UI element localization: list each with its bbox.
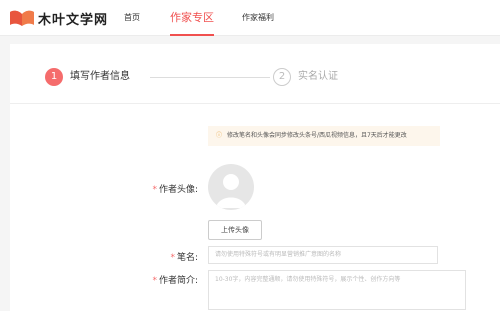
logo-text: 木叶文学网 [38, 12, 109, 28]
notice-banner: ⓘ 修改笔名和头像会同步修改头条号/西瓜视频信息，且7天后才能更改 [208, 126, 440, 146]
notice-text: 修改笔名和头像会同步修改头条号/西瓜视频信息，且7天后才能更改 [226, 132, 407, 139]
intro-textarea[interactable]: 10-30字，内容完整通顺，请勿使用特殊符号，展示个性、创作方向等 [208, 270, 466, 310]
active-tab-indicator [170, 34, 214, 36]
penname-label: * 笔名: [138, 250, 198, 263]
required-mark: * [152, 185, 157, 195]
upload-avatar-button[interactable]: 上传头像 [208, 220, 262, 240]
required-mark: * [152, 276, 157, 286]
default-avatar-icon [216, 174, 246, 208]
intro-label: * 作者简介: [138, 273, 198, 286]
steps-bar: 1 填写作者信息 2 实名认证 [10, 44, 500, 104]
intro-label-text: 作者简介: [158, 276, 198, 286]
step-1-number: 1 [45, 68, 63, 86]
step-1-label: 填写作者信息 [70, 71, 130, 82]
required-mark: * [170, 253, 175, 263]
avatar[interactable] [208, 164, 254, 210]
nav-author-benefits[interactable]: 作家福利 [242, 0, 274, 36]
penname-label-text: 笔名: [176, 253, 198, 263]
step-connector [150, 77, 270, 78]
step-2-label: 实名认证 [298, 71, 338, 82]
main-card: 1 填写作者信息 2 实名认证 ⓘ 修改笔名和头像会同步修改头条号/西瓜视频信息… [10, 44, 500, 311]
open-book-icon [10, 10, 34, 26]
top-nav: 木叶文学网 首页 作家专区 作家福利 [0, 0, 500, 36]
avatar-label: * 作者头像: [138, 182, 198, 195]
step-2-number: 2 [273, 68, 291, 86]
nav-author-zone-label: 作家专区 [170, 11, 214, 24]
info-circle-icon: ⓘ [216, 132, 223, 139]
nav-home[interactable]: 首页 [124, 0, 140, 36]
site-logo[interactable]: 木叶文学网 [10, 8, 108, 28]
avatar-label-text: 作者头像: [158, 185, 198, 195]
nav-author-zone[interactable]: 作家专区 [170, 0, 214, 36]
penname-input[interactable]: 请勿使用特殊符号或有明显营销推广意图的名称 [208, 246, 438, 264]
